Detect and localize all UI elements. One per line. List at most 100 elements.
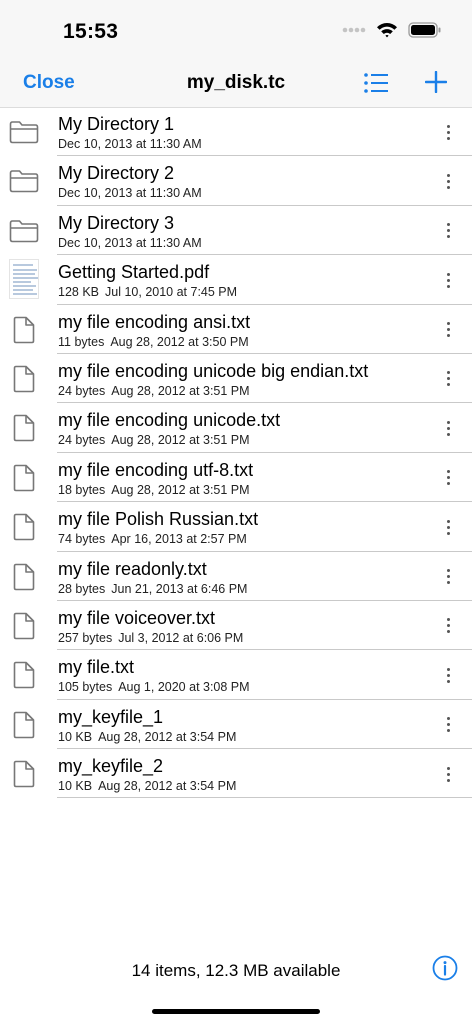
document-icon — [9, 760, 39, 788]
file-meta: 24 bytes Aug 28, 2012 at 3:51 PM — [58, 384, 250, 398]
file-size: 18 bytes — [58, 482, 106, 497]
file-meta: 28 bytes Jun 21, 2013 at 6:46 PM — [58, 582, 247, 596]
info-icon — [432, 955, 458, 981]
more-options-button[interactable] — [440, 170, 456, 192]
file-name: my file voiceover.txt — [58, 607, 216, 628]
file-row[interactable]: my file Polish Russian.txt 74 bytes Apr 1… — [0, 502, 472, 552]
file-row[interactable]: My Directory 3 Dec 10, 2013 at 11:30 AM — [0, 206, 472, 256]
file-name: My Directory 2 — [58, 163, 175, 184]
more-options-button[interactable] — [440, 319, 456, 341]
pdf-thumbnail — [9, 259, 39, 300]
file-row[interactable]: My Directory 2 Dec 10, 2013 at 11:30 AM — [0, 156, 472, 206]
file-date: Apr 16, 2013 at 2:57 PM — [111, 532, 247, 547]
folder-icon — [9, 118, 39, 146]
plus-icon — [424, 70, 448, 94]
file-size: 11 bytes — [58, 334, 105, 349]
cellular-signal-icon — [342, 27, 366, 33]
more-options-button[interactable] — [440, 417, 456, 439]
file-date: Aug 28, 2012 at 3:51 PM — [111, 433, 250, 448]
more-options-button[interactable] — [440, 615, 456, 637]
document-icon — [9, 365, 39, 393]
more-options-button[interactable] — [440, 566, 456, 588]
file-meta: Dec 10, 2013 at 11:30 AM — [58, 186, 202, 200]
file-row[interactable]: my file encoding unicode big endian.txt … — [0, 354, 472, 404]
file-date: Dec 10, 2013 at 11:30 AM — [58, 137, 202, 151]
file-date: Aug 1, 2020 at 3:08 PM — [118, 680, 250, 695]
file-size: 74 bytes — [58, 532, 106, 547]
status-bar: 15:53 — [0, 0, 472, 60]
file-row[interactable]: my file.txt 105 bytes Aug 1, 2020 at 3:08… — [0, 650, 472, 700]
list-view-button[interactable] — [363, 72, 389, 99]
file-size: 128 KB — [58, 285, 100, 300]
more-options-button[interactable] — [440, 121, 456, 143]
file-name: my file.txt — [58, 657, 135, 678]
file-meta: Dec 10, 2013 at 11:30 AM — [58, 236, 202, 250]
folder-icon — [9, 167, 39, 195]
more-options-button[interactable] — [440, 220, 456, 242]
document-icon — [9, 513, 39, 541]
document-icon — [9, 612, 39, 640]
file-row[interactable]: Getting Started.pdf 128 KB Jul 10, 2010 a… — [0, 255, 472, 305]
file-meta: 10 KB Aug 28, 2012 at 3:54 PM — [58, 730, 236, 744]
file-name: my file Polish Russian.txt — [58, 509, 259, 530]
file-name: my file readonly.txt — [58, 558, 207, 579]
document-icon — [9, 711, 39, 739]
file-name: My Directory 3 — [58, 212, 175, 233]
navigation-bar: Close my_disk.tc — [0, 60, 472, 108]
more-options-button[interactable] — [440, 368, 456, 390]
row-divider — [57, 797, 472, 799]
wifi-icon — [377, 22, 397, 38]
file-row[interactable]: my file encoding ansi.txt 11 bytes Aug 28… — [0, 305, 472, 354]
more-options-button[interactable] — [440, 516, 456, 538]
file-size: 257 bytes — [58, 630, 113, 645]
file-name: my file encoding ansi.txt — [58, 311, 251, 332]
battery-icon — [408, 22, 441, 38]
file-row[interactable]: my_keyfile_2 10 KB Aug 28, 2012 at 3:54 P… — [0, 749, 472, 799]
file-size: 24 bytes — [58, 433, 106, 448]
file-size: 10 KB — [58, 779, 93, 794]
file-date: Dec 10, 2013 at 11:30 AM — [58, 235, 202, 250]
file-size: 105 bytes — [58, 680, 113, 695]
more-options-button[interactable] — [440, 763, 456, 785]
file-name: my_keyfile_2 — [58, 756, 164, 777]
file-row[interactable]: my file voiceover.txt 257 bytes Jul 3, 20… — [0, 601, 472, 651]
file-meta: 18 bytes Aug 28, 2012 at 3:51 PM — [58, 483, 250, 497]
file-date: Jul 10, 2010 at 7:45 PM — [105, 285, 238, 300]
file-date: Jul 3, 2012 at 6:06 PM — [118, 630, 244, 645]
more-options-button[interactable] — [440, 714, 456, 736]
add-button[interactable] — [424, 70, 448, 98]
file-name: my file encoding unicode.txt — [58, 410, 281, 431]
file-date: Aug 28, 2012 at 3:50 PM — [110, 334, 249, 349]
status-icons — [342, 22, 442, 38]
file-row[interactable]: my file encoding utf-8.txt 18 bytes Aug 2… — [0, 453, 472, 503]
document-icon — [9, 661, 39, 689]
file-list: My Directory 1 Dec 10, 2013 at 11:30 AM … — [0, 107, 472, 799]
file-meta: 11 bytes Aug 28, 2012 at 3:50 PM — [58, 335, 249, 349]
more-options-button[interactable] — [440, 664, 456, 686]
file-size: 10 KB — [58, 729, 93, 744]
file-meta: 105 bytes Aug 1, 2020 at 3:08 PM — [58, 680, 250, 694]
file-row[interactable]: My Directory 1 Dec 10, 2013 at 11:30 AM — [0, 107, 472, 157]
file-meta: Dec 10, 2013 at 11:30 AM — [58, 137, 202, 151]
file-date: Aug 28, 2012 at 3:54 PM — [98, 729, 237, 744]
file-name: my file encoding utf-8.txt — [58, 459, 254, 480]
status-time: 15:53 — [63, 20, 119, 43]
close-button[interactable]: Close — [23, 72, 75, 94]
file-name: my file encoding unicode big endian.txt — [58, 360, 369, 381]
info-button[interactable] — [432, 955, 458, 986]
document-icon — [9, 464, 39, 492]
file-meta: 10 KB Aug 28, 2012 at 3:54 PM — [58, 779, 236, 793]
more-options-button[interactable] — [440, 467, 456, 489]
document-icon — [9, 414, 39, 442]
file-row[interactable]: my file encoding unicode.txt 24 bytes Aug… — [0, 403, 472, 453]
more-options-button[interactable] — [440, 269, 456, 291]
file-name: My Directory 1 — [58, 114, 175, 134]
file-meta: 74 bytes Apr 16, 2013 at 2:57 PM — [58, 532, 247, 546]
file-date: Aug 28, 2012 at 3:51 PM — [111, 482, 250, 497]
file-meta: 24 bytes Aug 28, 2012 at 3:51 PM — [58, 433, 250, 447]
file-row[interactable]: my_keyfile_1 10 KB Aug 28, 2012 at 3:54 P… — [0, 700, 472, 750]
list-icon — [364, 73, 388, 93]
file-date: Jun 21, 2013 at 6:46 PM — [111, 581, 248, 596]
file-row[interactable]: my file readonly.txt 28 bytes Jun 21, 201… — [0, 552, 472, 601]
document-icon — [9, 563, 39, 591]
